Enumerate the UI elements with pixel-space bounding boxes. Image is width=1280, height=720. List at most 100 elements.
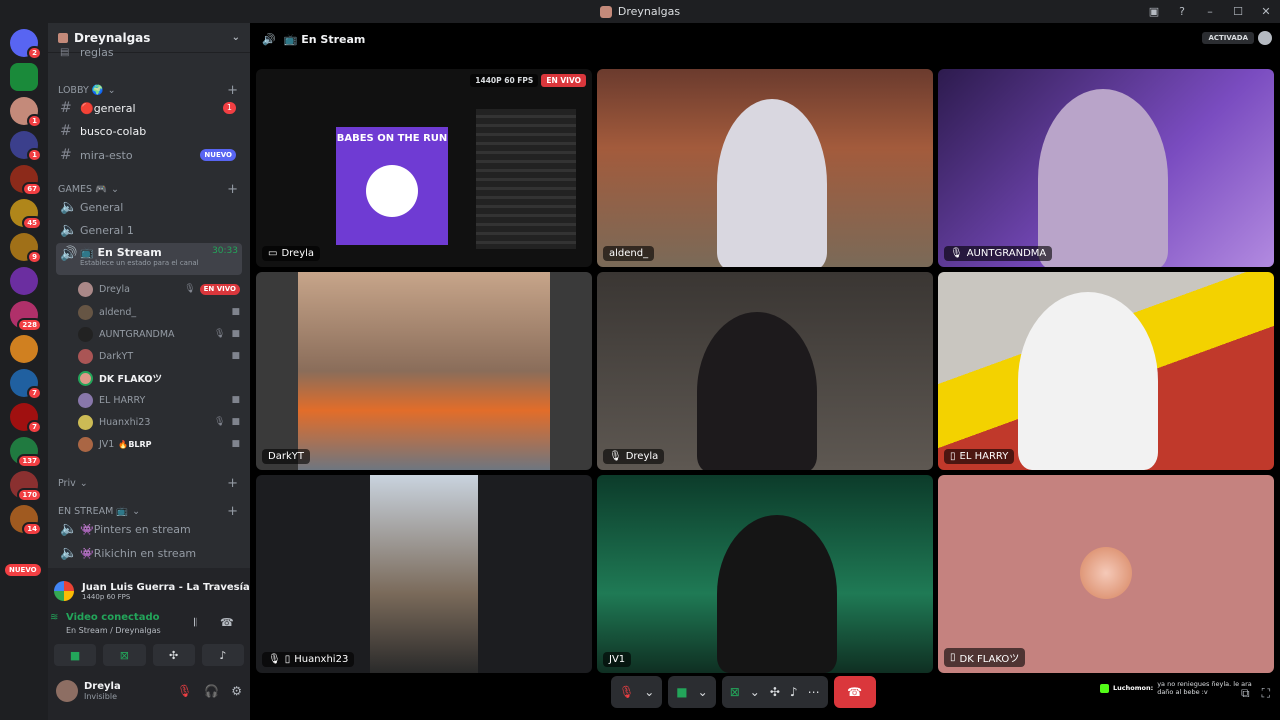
camera-icon: ■	[231, 351, 240, 361]
voice-user[interactable]: EL HARRY ■	[78, 390, 240, 410]
video-tile[interactable]: JV1	[597, 475, 933, 673]
server-icon[interactable]: 1	[10, 131, 42, 162]
discord-home-icon[interactable]: 2	[10, 29, 42, 60]
server-icon[interactable]: 7	[10, 369, 42, 400]
server-icon	[599, 5, 612, 18]
voice-user[interactable]: AUNTGRANDMA 🎙 ■	[78, 324, 240, 344]
close-button[interactable]: ✕	[1252, 5, 1280, 18]
activities-button[interactable]: ✣	[152, 644, 195, 666]
help-icon[interactable]: ?	[1168, 5, 1196, 18]
chevron-down-icon[interactable]: ⌄	[644, 685, 654, 699]
more-icon[interactable]: ⋯	[808, 685, 820, 699]
speaker-icon: 🔊	[60, 246, 78, 262]
voice-user[interactable]: DK FLAKOツ	[78, 368, 240, 388]
activities-icon[interactable]: ✣	[770, 685, 780, 699]
hash-icon: #	[60, 147, 72, 163]
category-games[interactable]: GAMES 🎮 ⌄ +	[58, 182, 238, 197]
voice-user[interactable]: DarkYT ■	[78, 346, 240, 366]
participant-video	[717, 515, 837, 673]
channel-general[interactable]: # 🔴general 1	[56, 97, 242, 119]
disconnect-icon[interactable]: ☎	[220, 616, 234, 629]
screen-share-icon[interactable]: ⊠	[730, 685, 740, 699]
chat-icon[interactable]	[1258, 31, 1272, 45]
server-icon[interactable]: 9	[10, 233, 42, 264]
mute-icon[interactable]: 🎙	[177, 684, 192, 698]
channel-busco-colab[interactable]: # busco-colab	[56, 120, 242, 142]
voice-user[interactable]: aldend_ ■	[78, 302, 240, 322]
logo-icon	[366, 165, 418, 217]
video-tile[interactable]: 🎙 Dreyla	[597, 272, 933, 470]
voice-status[interactable]: Video conectado	[66, 612, 159, 623]
fullscreen-icon[interactable]: ⛶	[1262, 686, 1270, 701]
tile-label: ▯ DK FLAKOツ	[944, 648, 1026, 667]
stage-header: 🔊 📺 En Stream	[250, 23, 1280, 55]
add-channel-icon[interactable]: +	[227, 504, 238, 519]
disconnect-button[interactable]: ☎	[833, 676, 876, 708]
participant-video	[298, 272, 550, 470]
participant-video	[1018, 292, 1158, 470]
server-icon[interactable]: 45	[10, 199, 42, 230]
channel-status[interactable]: Establece un estado para el canal	[80, 259, 242, 267]
voice-channel-general-1[interactable]: 🔈 General 1	[56, 219, 242, 241]
camera-icon: ■	[231, 307, 240, 317]
channel-mira-esto[interactable]: # mira-esto NUEVO	[56, 144, 242, 166]
signal-icon: ≋	[50, 612, 59, 623]
server-icon[interactable]: 137	[10, 437, 42, 468]
server-icon[interactable]	[10, 335, 38, 363]
voice-user[interactable]: Huanxhi23 🎙 ■	[78, 412, 240, 432]
chevron-down-icon[interactable]: ⌄	[750, 685, 760, 699]
server-icon[interactable]	[10, 267, 38, 295]
camera-button[interactable]: ■ ⌄	[668, 676, 716, 708]
server-icon[interactable]: 14	[10, 505, 42, 536]
add-channel-icon[interactable]: +	[227, 476, 238, 491]
voice-channel-en-stream[interactable]: 🔊 📺 En Stream 30:33 Establece un estado p…	[56, 243, 242, 275]
rules-icon: ▤	[60, 46, 70, 58]
voice-channel-pinters[interactable]: 🔈 👾Pinters en stream	[56, 518, 242, 540]
activity-badge[interactable]: ACTIVADA	[1202, 32, 1254, 44]
avatar	[78, 414, 93, 430]
mute-button[interactable]: 🎙 ⌄	[611, 676, 663, 708]
video-tile[interactable]: ▯ EL HARRY	[938, 272, 1274, 470]
server-icon[interactable]: 170	[10, 471, 42, 502]
video-tile[interactable]: 🎙 AUNTGRANDMA	[938, 69, 1274, 267]
chevron-down-icon[interactable]: ⌄	[698, 685, 708, 699]
soundboard-icon[interactable]: ♪	[790, 685, 798, 699]
settings-icon[interactable]: ⚙	[231, 684, 242, 698]
channel-reglas[interactable]: ▤ reglas	[56, 45, 242, 59]
add-channel-icon[interactable]: +	[227, 182, 238, 197]
server-icon[interactable]: 7	[10, 403, 42, 434]
voice-user[interactable]: Dreyla 🎙 EN VIVO	[78, 279, 240, 299]
server-icon[interactable]: 228	[10, 301, 42, 332]
video-tile[interactable]: aldend_	[597, 69, 933, 267]
category-en-stream[interactable]: EN STREAM 📺 ⌄ +	[58, 504, 238, 519]
noise-suppression-icon[interactable]: 𝄃	[194, 616, 196, 630]
category-lobby[interactable]: LOBBY 🌍 ⌄ +	[58, 83, 238, 98]
video-tile[interactable]: DarkYT	[256, 272, 592, 470]
hang-up-icon: ☎	[847, 685, 863, 699]
minimize-button[interactable]: –	[1196, 5, 1224, 18]
screen-share-button[interactable]: ⊠	[103, 644, 146, 666]
inbox-icon[interactable]: ▣	[1140, 5, 1168, 18]
muted-icon: 🎙	[950, 248, 963, 259]
user-panel[interactable]: Dreyla Invisible 🎙 🎧 ⚙	[56, 680, 242, 702]
popout-icon[interactable]: ⧉	[1241, 686, 1250, 701]
voice-user[interactable]: JV1 🔥BLRP ■	[78, 434, 240, 454]
stream-tile-screen[interactable]: BABES ON THE RUN 1440P 60 FPS EN VIVO ▭ Dr…	[256, 69, 592, 267]
voice-channel-rikichin[interactable]: 🔈 👾Rikichin en stream	[56, 542, 242, 564]
server-icon[interactable]: 67	[10, 165, 42, 196]
add-channel-icon[interactable]: +	[227, 83, 238, 98]
maximize-button[interactable]: ☐	[1224, 5, 1252, 18]
voice-channel-general[interactable]: 🔈 General	[56, 196, 242, 218]
screen-list	[476, 109, 576, 249]
category-priv[interactable]: Priv ⌄ +	[58, 476, 238, 491]
participant-video	[370, 475, 478, 673]
video-tile[interactable]: ▯ DK FLAKOツ	[938, 475, 1274, 673]
avatar	[78, 436, 93, 452]
server-icon-dreynalgas[interactable]: 1	[10, 97, 42, 128]
server-icon-kick[interactable]	[10, 63, 38, 91]
camera-button[interactable]: ■	[54, 644, 97, 666]
soundboard-button[interactable]: ♪	[201, 644, 244, 666]
now-playing[interactable]: Juan Luis Guerra - La Travesía... 1440p 6…	[54, 576, 250, 606]
headphones-icon[interactable]: 🎧	[204, 684, 219, 698]
video-tile[interactable]: 🎙 ▯ Huanxhi23	[256, 475, 592, 673]
